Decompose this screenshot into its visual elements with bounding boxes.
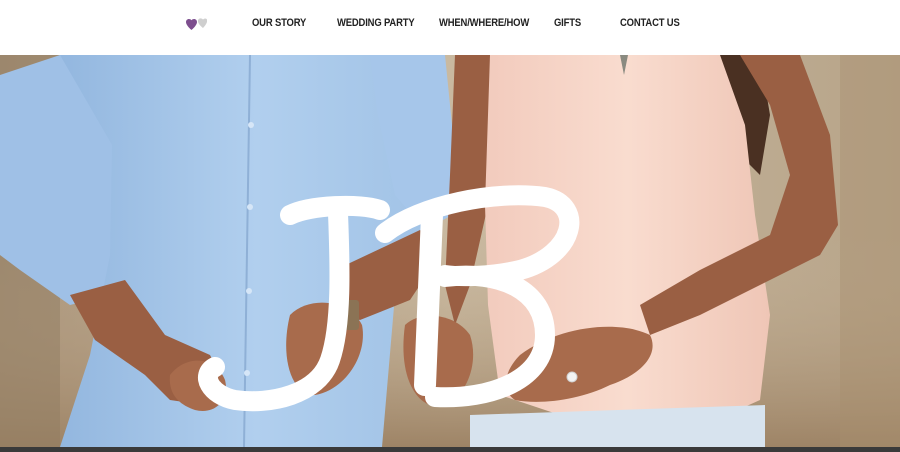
nav-our-story[interactable]: OUR STORY [252, 17, 306, 29]
top-nav: OUR STORY WEDDING PARTY WHEN/WHERE/HOW G… [0, 0, 900, 55]
hearts-logo-icon[interactable] [185, 17, 208, 33]
nav-when-where-how[interactable]: WHEN/WHERE/HOW [439, 17, 529, 29]
nav-gifts[interactable]: GIFTS [554, 17, 581, 29]
nav-wedding-party[interactable]: WEDDING PARTY [337, 17, 415, 29]
hero-photo [0, 55, 900, 447]
nav-contact-us[interactable]: CONTACT US [620, 17, 680, 29]
bottom-bar [0, 447, 900, 452]
